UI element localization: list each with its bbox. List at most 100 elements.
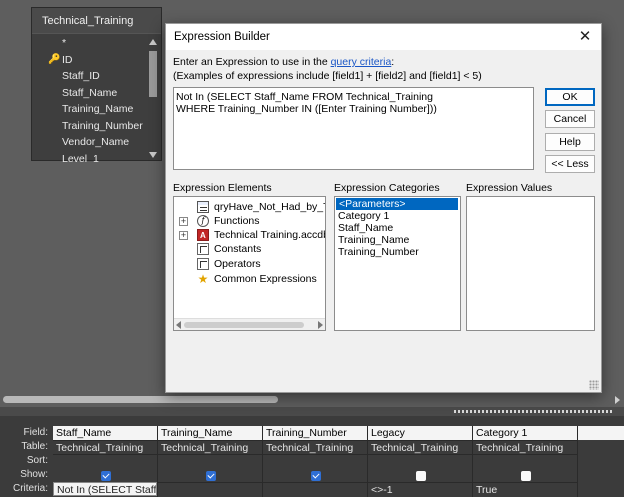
field-list-title: Technical_Training	[32, 8, 161, 34]
instruction-text: Enter an Expression to use in the query …	[173, 56, 395, 68]
table-cell[interactable]: Technical_Training	[473, 440, 577, 454]
sort-cell[interactable]	[158, 454, 262, 468]
show-checkbox[interactable]	[101, 471, 111, 481]
operators-icon	[197, 258, 209, 270]
table-cell[interactable]: Technical_Training	[53, 440, 157, 454]
scroll-down-arrow-icon[interactable]	[149, 152, 157, 158]
field-list-item[interactable]: Training_Number	[32, 118, 144, 135]
criteria-cell[interactable]: Not In (SELECT Staff_N	[53, 482, 157, 496]
expression-values-list[interactable]	[466, 196, 595, 331]
category-item[interactable]: Category 1	[335, 210, 460, 222]
grid-column: Staff_Name Technical_Training Not In (SE…	[53, 426, 158, 497]
sort-cell[interactable]	[473, 454, 577, 468]
grid-column: Training_Name Technical_Training	[158, 426, 263, 497]
dialog-titlebar[interactable]: Expression Builder ✕	[166, 24, 601, 50]
sort-cell[interactable]	[368, 454, 472, 468]
help-button[interactable]: Help	[545, 133, 595, 151]
field-cell[interactable]: Training_Number	[263, 426, 367, 440]
criteria-cell[interactable]	[158, 482, 262, 496]
show-checkbox[interactable]	[311, 471, 321, 481]
pane-splitter[interactable]	[0, 407, 624, 416]
dialog-title: Expression Builder	[174, 31, 270, 43]
table-cell[interactable]: Technical_Training	[263, 440, 367, 454]
tree-item-common-expressions[interactable]: ★ Common Expressions	[174, 272, 325, 286]
category-item[interactable]: <Parameters>	[336, 198, 458, 210]
design-pane-scrollbar[interactable]	[0, 393, 624, 407]
category-item[interactable]: Training_Number	[335, 246, 460, 258]
splitter-grip	[454, 410, 614, 413]
show-checkbox[interactable]	[416, 471, 426, 481]
values-label: Expression Values	[466, 182, 553, 194]
criteria-cell[interactable]: True	[473, 482, 577, 496]
cancel-button[interactable]: Cancel	[545, 110, 595, 128]
field-cell[interactable]: Training_Name	[158, 426, 262, 440]
field-list-scrollbar[interactable]	[145, 35, 161, 162]
expression-categories-list[interactable]: <Parameters> Category 1 Staff_Name Train…	[334, 196, 461, 331]
table-cell[interactable]: Technical_Training	[158, 440, 262, 454]
sort-cell[interactable]	[263, 454, 367, 468]
field-list-item[interactable]: Staff_ID	[32, 68, 144, 85]
row-label-show: Show:	[20, 469, 48, 480]
close-icon[interactable]: ✕	[575, 27, 595, 47]
expand-icon[interactable]: +	[179, 217, 188, 226]
expression-builder-dialog: Expression Builder ✕ Enter an Expression…	[165, 23, 602, 393]
expression-elements-tree[interactable]: qryHave_Not_Had_by_Training + f Function…	[173, 196, 326, 331]
field-list-item[interactable]: Staff_Name	[32, 85, 144, 102]
query-criteria-link[interactable]: query criteria	[331, 56, 392, 68]
row-label-criteria: Criteria:	[12, 483, 48, 494]
field-list-item[interactable]: Vendor_Name	[32, 134, 144, 151]
expression-input[interactable]: Not In (SELECT Staff_Name FROM Technical…	[173, 87, 534, 170]
row-label-table: Table:	[21, 441, 48, 452]
ok-button[interactable]: OK	[545, 88, 595, 106]
scroll-right-arrow-icon[interactable]	[615, 396, 620, 404]
scroll-left-arrow-icon[interactable]	[176, 321, 181, 329]
scroll-thumb[interactable]	[3, 396, 278, 403]
grid-column: Training_Number Technical_Training	[263, 426, 368, 497]
expand-icon[interactable]: +	[179, 231, 188, 240]
category-item[interactable]: Training_Name	[335, 234, 460, 246]
grid-column-empty	[578, 426, 624, 497]
less-button[interactable]: << Less	[545, 155, 595, 173]
examples-text: (Examples of expressions include [field1…	[173, 70, 482, 82]
field-list-item[interactable]: Training_Name	[32, 101, 144, 118]
scroll-thumb[interactable]	[184, 322, 304, 328]
field-cell[interactable]: Legacy	[368, 426, 472, 440]
field-list-item[interactable]: 🔑 ID	[32, 52, 144, 69]
tree-item-query[interactable]: qryHave_Not_Had_by_Training	[174, 200, 325, 214]
row-label-field: Field:	[23, 427, 48, 438]
tree-item-constants[interactable]: Constants	[174, 242, 325, 256]
field-list-item[interactable]: *	[32, 35, 144, 52]
categories-label: Expression Categories	[334, 182, 440, 194]
grid-column: Legacy Technical_Training <>-1	[368, 426, 473, 497]
resize-grip[interactable]	[589, 380, 599, 390]
scroll-up-arrow-icon[interactable]	[149, 39, 157, 45]
show-checkbox[interactable]	[521, 471, 531, 481]
field-list-items: * 🔑 ID Staff_ID Staff_Name Training_Name …	[32, 35, 144, 162]
scroll-right-arrow-icon[interactable]	[318, 321, 323, 329]
field-list-item[interactable]: Level_1	[32, 151, 144, 163]
scroll-thumb[interactable]	[149, 51, 157, 97]
grid-columns: Staff_Name Technical_Training Not In (SE…	[53, 426, 624, 497]
field-cell[interactable]	[578, 426, 624, 440]
tree-item-functions[interactable]: + f Functions	[174, 214, 325, 228]
primary-key-icon: 🔑	[48, 53, 61, 65]
criteria-cell[interactable]	[263, 482, 367, 496]
tree-item-database[interactable]: + Technical Training.accdb	[174, 228, 325, 242]
grid-column: Category 1 Technical_Training True	[473, 426, 578, 497]
elements-label: Expression Elements	[173, 182, 272, 194]
field-cell[interactable]: Category 1	[473, 426, 577, 440]
table-cell[interactable]: Technical_Training	[368, 440, 472, 454]
access-database-icon	[197, 229, 209, 241]
query-design-grid: Field: Table: Sort: Show: Criteria: Staf…	[0, 416, 624, 497]
sort-cell[interactable]	[53, 454, 157, 468]
elements-scrollbar[interactable]	[174, 318, 325, 330]
show-checkbox[interactable]	[206, 471, 216, 481]
category-item[interactable]: Staff_Name	[335, 222, 460, 234]
tree-item-operators[interactable]: Operators	[174, 257, 325, 271]
table-field-list[interactable]: Technical_Training * 🔑 ID Staff_ID Staff_…	[31, 7, 162, 162]
common-expressions-icon: ★	[197, 272, 209, 286]
function-icon: f	[197, 215, 209, 227]
row-label-sort: Sort:	[26, 455, 48, 466]
field-cell[interactable]: Staff_Name	[53, 426, 157, 440]
criteria-cell[interactable]: <>-1	[368, 482, 472, 496]
